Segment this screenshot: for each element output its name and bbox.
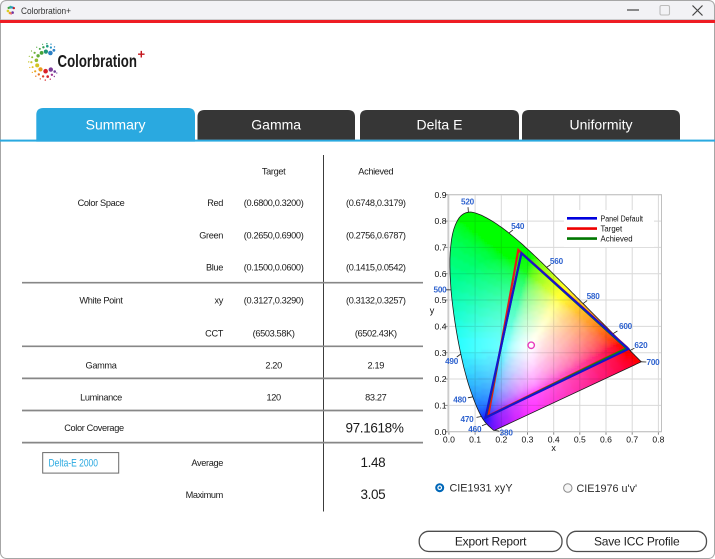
svg-text:Color Space: Color Space — [78, 198, 125, 208]
svg-text:480: 480 — [453, 395, 467, 404]
svg-text:0.3: 0.3 — [522, 434, 534, 444]
svg-text:600: 600 — [619, 322, 633, 331]
svg-text:Uniformity: Uniformity — [569, 117, 632, 133]
svg-text:(0.3127,0.3290): (0.3127,0.3290) — [244, 295, 304, 305]
svg-text:Summary: Summary — [86, 117, 146, 133]
svg-text:Maximum: Maximum — [186, 490, 224, 500]
svg-text:Target: Target — [601, 225, 624, 234]
svg-text:620: 620 — [634, 341, 648, 350]
svg-text:0.4: 0.4 — [435, 322, 447, 332]
svg-text:x: x — [551, 443, 556, 453]
svg-text:Gamma: Gamma — [251, 117, 301, 133]
svg-text:380: 380 — [500, 428, 514, 437]
svg-text:Average: Average — [191, 458, 223, 468]
svg-text:0.5: 0.5 — [574, 434, 586, 444]
svg-text:560: 560 — [550, 257, 564, 266]
svg-text:520: 520 — [461, 198, 475, 207]
svg-text:0.8: 0.8 — [652, 434, 664, 444]
svg-text:1.48: 1.48 — [360, 455, 385, 470]
svg-text:0.0: 0.0 — [435, 427, 447, 437]
svg-text:Gamma: Gamma — [86, 360, 118, 370]
svg-text:83.27: 83.27 — [365, 392, 386, 402]
svg-text:500: 500 — [433, 286, 447, 295]
svg-text:(6502.43K): (6502.43K) — [355, 328, 397, 338]
svg-text:Target: Target — [262, 167, 286, 177]
svg-text:Color Coverage: Color Coverage — [64, 423, 124, 433]
svg-text:Luminance: Luminance — [80, 392, 122, 402]
svg-text:540: 540 — [511, 222, 525, 231]
svg-text:Delta E: Delta E — [417, 117, 463, 133]
svg-text:CIE1931 xyY: CIE1931 xyY — [450, 483, 513, 495]
svg-text:2.20: 2.20 — [265, 360, 282, 370]
svg-text:Blue: Blue — [206, 262, 223, 272]
svg-text:Save ICC Profile: Save ICC Profile — [594, 535, 680, 549]
svg-text:0.5: 0.5 — [435, 295, 447, 305]
svg-text:Green: Green — [199, 230, 223, 240]
svg-text:Delta-E 2000: Delta-E 2000 — [49, 458, 99, 470]
svg-text:0.7: 0.7 — [626, 434, 638, 444]
svg-text:(0.6748,0.3179): (0.6748,0.3179) — [346, 198, 406, 208]
svg-text:120: 120 — [266, 392, 281, 402]
svg-text:97.1618%: 97.1618% — [345, 421, 403, 436]
svg-text:0.6: 0.6 — [600, 434, 612, 444]
svg-text:(0.2650,0.6900): (0.2650,0.6900) — [244, 230, 304, 240]
svg-text:2.19: 2.19 — [368, 360, 385, 370]
svg-text:(0.1415,0.0542): (0.1415,0.0542) — [346, 262, 406, 272]
svg-text:(0.3132,0.3257): (0.3132,0.3257) — [346, 295, 406, 305]
svg-text:Colorbration+: Colorbration+ — [21, 6, 71, 17]
svg-text:0.6: 0.6 — [435, 269, 447, 279]
svg-text:0.1: 0.1 — [435, 401, 447, 411]
svg-text:Colorbration: Colorbration — [58, 51, 138, 71]
svg-text:0.7: 0.7 — [435, 243, 447, 253]
svg-text:0.8: 0.8 — [435, 216, 447, 226]
svg-text:(6503.58K): (6503.58K) — [253, 328, 295, 338]
svg-text:Achieved: Achieved — [358, 167, 393, 177]
svg-text:Achieved: Achieved — [601, 235, 633, 244]
svg-text:+: + — [138, 47, 146, 62]
svg-text:3.05: 3.05 — [360, 487, 385, 502]
svg-text:(0.1500,0.0600): (0.1500,0.0600) — [244, 262, 304, 272]
svg-text:Red: Red — [207, 198, 223, 208]
svg-text:CIE1976 u'v': CIE1976 u'v' — [577, 483, 638, 495]
svg-text:460: 460 — [468, 425, 482, 434]
svg-text:(0.2756,0.6787): (0.2756,0.6787) — [346, 230, 406, 240]
svg-text:Export Report: Export Report — [455, 535, 527, 549]
svg-text:(0.6800,0.3200): (0.6800,0.3200) — [244, 198, 304, 208]
svg-text:470: 470 — [460, 415, 474, 424]
svg-text:700: 700 — [646, 358, 660, 367]
svg-text:0.1: 0.1 — [469, 434, 481, 444]
svg-text:0.2: 0.2 — [435, 374, 447, 384]
svg-text:xy: xy — [215, 295, 224, 305]
svg-text:580: 580 — [587, 292, 601, 301]
svg-text:White Point: White Point — [79, 295, 123, 305]
svg-text:y: y — [430, 306, 435, 316]
svg-text:Panel Default: Panel Default — [601, 214, 644, 223]
svg-text:0.9: 0.9 — [435, 190, 447, 200]
svg-text:490: 490 — [445, 357, 459, 366]
svg-text:CCT: CCT — [205, 328, 224, 338]
